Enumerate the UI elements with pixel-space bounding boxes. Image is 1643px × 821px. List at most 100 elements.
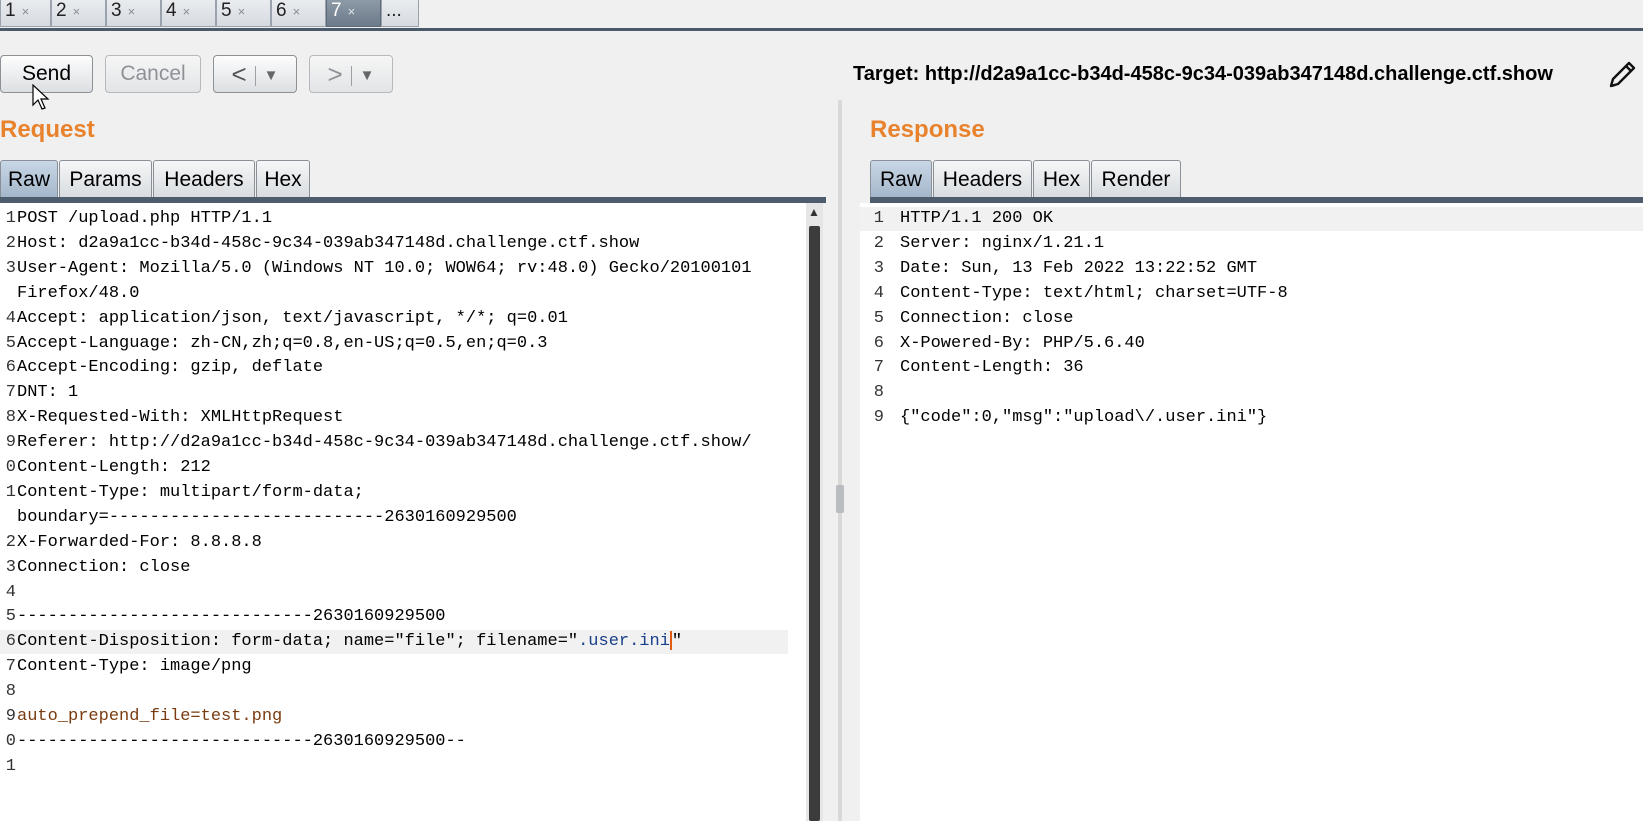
mouse-cursor-icon: [32, 84, 50, 110]
repeater-tab-8[interactable]: ...: [381, 0, 419, 27]
line-number: 8: [5, 408, 16, 428]
code-line: -----------------------------26301609295…: [17, 607, 446, 627]
code-line: Accept: application/json, text/javascrip…: [17, 308, 568, 328]
code-line: Content-Length: 212: [17, 458, 211, 477]
line-number: 3: [873, 258, 884, 278]
code-line: HTTP/1.1 200 OK: [900, 209, 1054, 228]
repeater-tab-4[interactable]: 4 ×: [161, 0, 216, 27]
code-line: X-Powered-By: PHP/5.6.40: [900, 333, 1145, 353]
request-scroll-thumb[interactable]: [809, 226, 820, 821]
code-line: Connection: close: [17, 557, 191, 577]
repeater-tab-7[interactable]: 7 ×: [326, 0, 381, 27]
pane-splitter[interactable]: [838, 100, 842, 821]
line-number: 4: [5, 582, 16, 602]
close-tab-icon[interactable]: ×: [238, 4, 246, 19]
repeater-tab-3[interactable]: 3 ×: [106, 0, 161, 27]
code-line: Content-Type: image/png: [17, 657, 252, 677]
forward-button[interactable]: > ▼: [309, 55, 393, 93]
line-number: 1: [5, 209, 16, 228]
line-number: 0: [5, 458, 16, 477]
request-tab-headers[interactable]: Headers: [153, 160, 255, 198]
repeater-tab-2[interactable]: 2 ×: [51, 0, 106, 27]
request-editor[interactable]: 1 2 3 4 5 6 7 8 9 0 1 2 3 4 5 6 7 8 9 0 1 POST /upload.php H…: [0, 203, 806, 821]
target-url: Target: http://d2a9a1cc-b34d-458c-9c34-0…: [853, 63, 1553, 85]
close-tab-icon[interactable]: ×: [128, 4, 136, 19]
line-number: 5: [5, 333, 16, 353]
line-number: 3: [5, 557, 16, 577]
line-number: 1: [5, 482, 16, 502]
close-tab-icon[interactable]: ×: [73, 4, 81, 19]
line-number: 7: [5, 657, 16, 677]
closing-quote: ": [671, 632, 683, 652]
separator: [254, 66, 256, 87]
repeater-tab-label: ...: [386, 0, 402, 21]
line-number: 9: [5, 433, 16, 453]
line-number: 4: [873, 283, 884, 303]
code-line: Content-Type: multipart/form-data;: [17, 482, 364, 502]
close-tab-icon[interactable]: ×: [348, 4, 356, 19]
splitter-grip[interactable]: [836, 485, 844, 513]
code-line: X-Forwarded-For: 8.8.8.8: [17, 532, 262, 552]
back-arrow-icon: <: [231, 59, 247, 89]
line-number: 9: [5, 707, 16, 726]
scroll-up-arrow-icon[interactable]: ▲: [808, 205, 820, 219]
repeater-tab-label: 1: [5, 0, 16, 21]
code-line: -----------------------------26301609295…: [17, 731, 466, 751]
code-line: Accept-Encoding: gzip, deflate: [17, 358, 324, 378]
line-number: 1: [5, 756, 16, 776]
response-tab-raw[interactable]: Raw: [870, 160, 932, 198]
code-line: Content-Type: text/html; charset=UTF-8: [900, 283, 1288, 303]
code-line: Content-Disposition: form-data; name="fi…: [17, 630, 682, 654]
repeater-tab-1[interactable]: 1 ×: [0, 0, 51, 27]
filename-value: .user.ini: [578, 632, 670, 652]
repeater-tab-label: 4: [166, 0, 177, 21]
repeater-tab-label: 3: [111, 0, 122, 21]
line-number: 2: [873, 233, 884, 253]
code-line: Host: d2a9a1cc-b34d-458c-9c34-039ab34714…: [17, 233, 640, 253]
repeater-tab-label: 6: [276, 0, 287, 21]
line-number: 0: [5, 731, 16, 751]
close-tab-icon[interactable]: ×: [22, 4, 30, 19]
cancel-button[interactable]: Cancel: [105, 55, 201, 93]
tab-strip-underline: [0, 28, 1643, 31]
code-line: Accept-Language: zh-CN,zh;q=0.8,en-US;q=…: [17, 333, 548, 353]
back-button[interactable]: < ▼: [213, 55, 297, 93]
response-tab-render[interactable]: Render: [1091, 160, 1181, 198]
forward-arrow-icon: >: [327, 59, 343, 89]
line-number: 6: [873, 333, 884, 353]
line-number: 5: [5, 607, 16, 627]
repeater-tab-label: 5: [221, 0, 232, 21]
line-number: 8: [5, 682, 16, 702]
line-number: 6: [5, 632, 16, 652]
close-tab-icon[interactable]: ×: [293, 4, 301, 19]
repeater-tab-5[interactable]: 5 ×: [216, 0, 271, 27]
line-number: 5: [873, 308, 884, 328]
request-tab-hex[interactable]: Hex: [256, 160, 310, 198]
response-title: Response: [870, 116, 985, 143]
request-tab-params[interactable]: Params: [59, 160, 152, 198]
close-tab-icon[interactable]: ×: [183, 4, 191, 19]
line-number: 7: [873, 358, 884, 378]
response-tab-headers[interactable]: Headers: [933, 160, 1032, 198]
dropdown-icon: ▼: [359, 67, 375, 85]
code-line: Firefox/48.0: [17, 283, 140, 303]
line-number: 7: [5, 383, 16, 403]
code-line-text: Content-Disposition: form-data; name="fi…: [17, 632, 579, 652]
line-number: 1: [873, 209, 884, 228]
line-number: 4: [5, 308, 16, 328]
line-number: 2: [5, 233, 16, 253]
code-line: boundary=---------------------------2630…: [17, 507, 517, 527]
repeater-tab-label: 2: [56, 0, 67, 21]
response-editor[interactable]: 1 2 3 4 5 6 7 8 9 HTTP/1.1 200 OK Server: nginx/1…: [860, 203, 1643, 821]
code-line: Referer: http://d2a9a1cc-b34d-458c-9c34-…: [17, 433, 752, 453]
code-line: {"code":0,"msg":"upload\/.user.ini"}: [900, 408, 1268, 428]
code-line: DNT: 1: [17, 383, 79, 403]
response-tab-hex[interactable]: Hex: [1033, 160, 1090, 198]
repeater-tab-6[interactable]: 6 ×: [271, 0, 326, 27]
line-number: 8: [873, 383, 884, 403]
code-line: Date: Sun, 13 Feb 2022 13:22:52 GMT: [900, 258, 1258, 278]
line-number: 6: [5, 358, 16, 378]
code-line: Connection: close: [900, 308, 1074, 328]
request-tab-raw[interactable]: Raw: [0, 160, 58, 198]
edit-target-pencil-icon[interactable]: [1605, 58, 1639, 92]
